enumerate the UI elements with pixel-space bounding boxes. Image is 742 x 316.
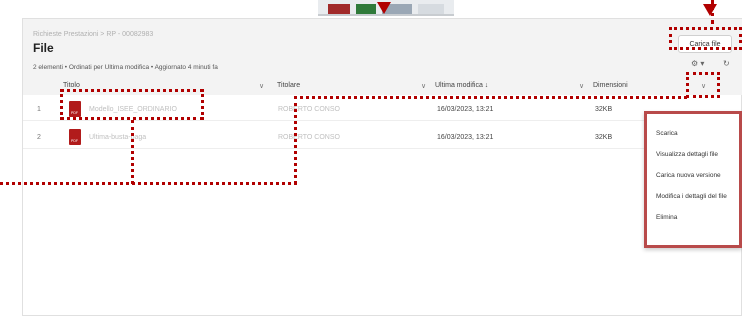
annotation-box — [686, 72, 720, 98]
annotation-line — [711, 0, 714, 24]
thumbnail-block — [418, 4, 444, 14]
annotation-line — [131, 120, 134, 184]
column-header-title[interactable]: Titolo — [63, 82, 80, 89]
file-owner[interactable]: ROBERTO CONSO — [278, 134, 340, 141]
annotation-line — [294, 96, 687, 99]
page-title: File — [33, 41, 54, 55]
column-header-owner[interactable]: Titolare — [277, 82, 300, 89]
chevron-down-icon[interactable]: ∨ — [421, 82, 426, 90]
annotation-arrow — [377, 2, 391, 14]
row-number: 1 — [37, 106, 41, 113]
file-modified: 16/03/2023, 13:21 — [437, 134, 494, 141]
file-size: 32KB — [595, 106, 613, 113]
column-header-size[interactable]: Dimensioni — [593, 82, 628, 89]
file-size: 32KB — [595, 134, 613, 141]
pdf-file-icon: PDF — [69, 129, 81, 145]
file-modified: 16/03/2023, 13:21 — [437, 106, 494, 113]
pdf-label: PDF — [71, 139, 78, 143]
chevron-down-icon[interactable]: ∨ — [579, 82, 584, 90]
chevron-down-icon[interactable]: ∨ — [259, 82, 264, 90]
refresh-icon[interactable]: ↻ — [723, 59, 730, 68]
menu-item-upload-new-version[interactable]: Carica nuova versione — [656, 172, 721, 179]
thumbnail-block — [356, 4, 376, 14]
menu-item-view-details[interactable]: Visualizza dettagli file — [656, 151, 718, 158]
file-name-link[interactable]: Ultima-busta-paga — [89, 134, 146, 141]
annotation-arrow — [703, 4, 717, 16]
menu-item-edit-details[interactable]: Modifica i dettagli del file — [656, 193, 727, 200]
thumbnail-block — [328, 4, 350, 14]
row-actions-menu: Scarica Visualizza dettagli file Carica … — [644, 111, 742, 248]
column-header-modified[interactable]: Ultima modifica ↓ — [435, 82, 488, 89]
menu-item-delete[interactable]: Elimina — [656, 214, 677, 221]
breadcrumb[interactable]: Richieste Prestazioni > RP - 00082983 — [33, 31, 153, 38]
annotation-box — [60, 89, 204, 120]
menu-item-download[interactable]: Scarica — [656, 130, 678, 137]
annotation-box — [669, 27, 742, 50]
file-owner[interactable]: ROBERTO CONSO — [278, 106, 340, 113]
annotation-line — [0, 182, 297, 185]
files-card: Richieste Prestazioni > RP - 00082983 Fi… — [22, 18, 742, 316]
gear-icon[interactable]: ⚙ ▾ — [691, 59, 704, 68]
list-meta: 2 elementi • Ordinati per Ultima modific… — [33, 64, 218, 71]
row-number: 2 — [37, 134, 41, 141]
annotation-line — [294, 96, 297, 184]
